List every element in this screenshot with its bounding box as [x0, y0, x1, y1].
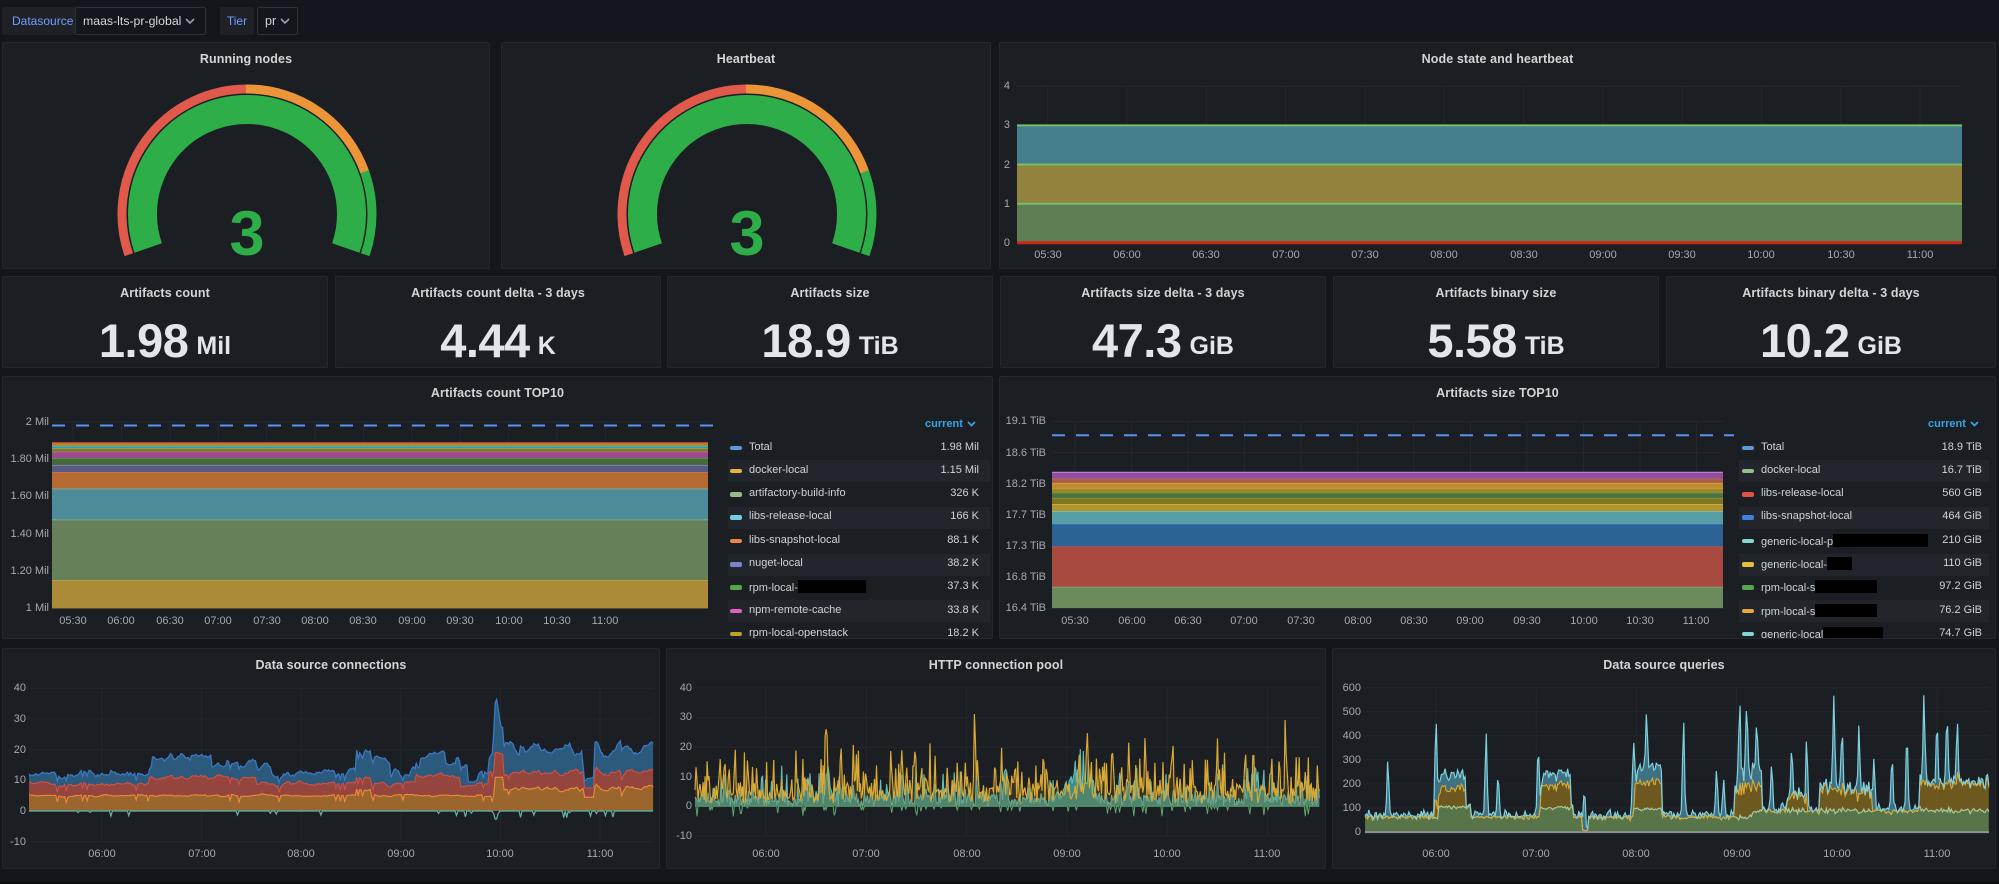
svg-text:3: 3	[229, 199, 264, 269]
svg-text:3: 3	[729, 199, 764, 269]
